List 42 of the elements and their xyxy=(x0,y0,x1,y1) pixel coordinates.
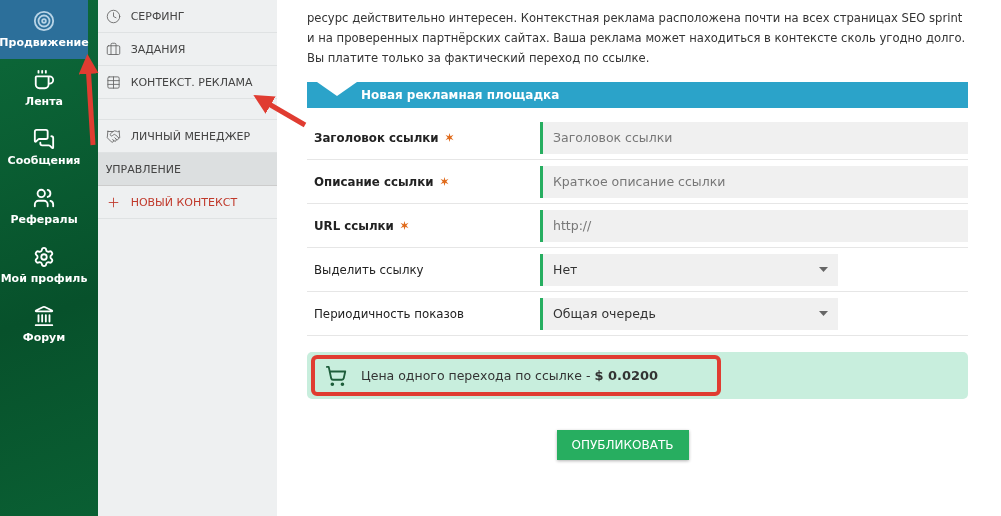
menu-icon xyxy=(105,74,121,90)
field-label: Периодичность показов xyxy=(313,306,465,321)
select-field[interactable]: Общая очередь xyxy=(540,297,838,330)
nav-icon xyxy=(33,69,55,91)
form-banner: Новая рекламная площадка xyxy=(307,82,968,108)
nav-item[interactable]: Форум xyxy=(0,295,88,354)
nav-item[interactable]: Лента xyxy=(0,59,88,118)
nav-item[interactable]: Мой профиль xyxy=(0,236,88,295)
nav-item[interactable]: Сообщения xyxy=(0,118,88,177)
field-label: Выделить ссылку xyxy=(313,262,425,277)
caret-icon xyxy=(819,267,828,272)
section-header: УПРАВЛЕНИЕ xyxy=(97,153,277,186)
nav-icon xyxy=(33,305,55,327)
submenu-item[interactable]: КОНТЕКСТ. РЕКЛАМА xyxy=(97,66,277,99)
nav-icon xyxy=(33,10,55,32)
select-field[interactable]: Нет xyxy=(540,253,838,286)
price-text: Цена одного перехода по ссылке - $ 0.0200 xyxy=(361,368,659,383)
menu-icon xyxy=(105,8,121,24)
submenu-item[interactable]: ЗАДАНИЯ xyxy=(97,33,277,66)
plus-icon xyxy=(105,194,121,210)
text-field[interactable]: Краткое описание ссылки xyxy=(540,165,968,198)
required-icon xyxy=(399,221,409,230)
annotation-arrow xyxy=(253,94,307,128)
field-label: Описание ссылки xyxy=(307,174,540,189)
menu-icon xyxy=(105,128,121,144)
required-icon xyxy=(444,133,454,142)
intro-text: ресурс действительно интересен. Контекстная реклама расположена почти на всех страницах SEO sprint и на проверенных партнёрских сайтах. Ваша реклама может находиться в контексте сколь угодно долго. Вы платите только за фактический переход по ссылке. xyxy=(307,10,967,67)
submenu-item[interactable]: НОВЫЙ КОНТЕКСТ xyxy=(97,186,277,219)
field-label: Заголовок ссылки xyxy=(307,130,540,145)
menu-icon xyxy=(105,41,121,57)
nav-icon xyxy=(33,187,55,209)
nav-icon xyxy=(33,246,55,268)
cart-icon xyxy=(325,364,347,387)
nav-icon xyxy=(33,128,55,150)
caret-icon xyxy=(819,311,828,316)
text-field[interactable]: http:// xyxy=(540,209,968,242)
field-label: URL ссылки xyxy=(307,218,540,233)
nav-item[interactable]: Продвижение xyxy=(0,0,88,59)
required-icon xyxy=(439,177,449,186)
text-field[interactable]: Заголовок ссылки xyxy=(540,121,968,154)
submenu-item[interactable]: СЕРФИНГ xyxy=(97,0,277,33)
nav-item[interactable]: Рефералы xyxy=(0,177,88,236)
